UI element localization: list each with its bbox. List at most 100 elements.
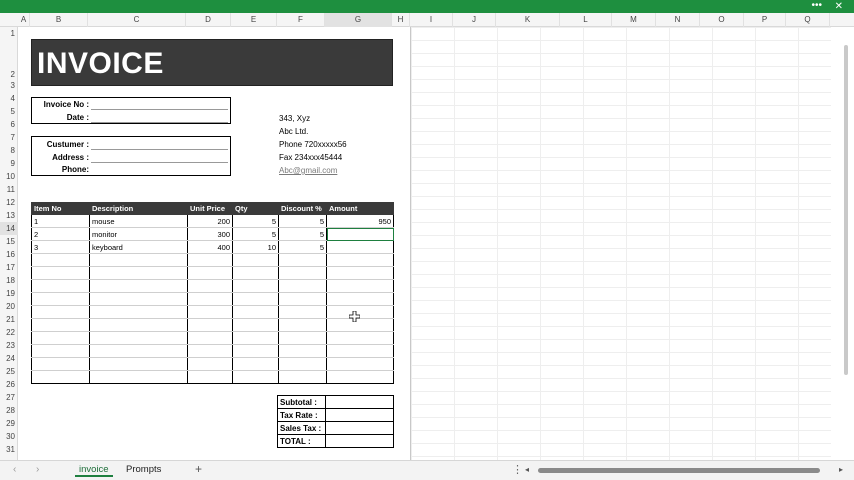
table-cell[interactable]	[326, 357, 394, 371]
row-header-7[interactable]: 7	[0, 131, 18, 144]
row-header-1[interactable]: 1	[0, 27, 18, 40]
table-cell[interactable]	[187, 331, 233, 345]
customer-field[interactable]	[91, 149, 228, 150]
table-cell[interactable]	[187, 305, 233, 319]
column-header-f[interactable]: F	[277, 13, 325, 27]
table-cell[interactable]	[31, 305, 90, 319]
table-cell[interactable]	[187, 279, 233, 293]
column-header-p[interactable]: P	[744, 13, 786, 27]
table-cell[interactable]	[187, 253, 233, 267]
table-cell[interactable]: 10	[232, 240, 279, 254]
table-cell[interactable]: 5	[278, 227, 327, 241]
table-cell[interactable]	[326, 318, 394, 332]
address-fax[interactable]: Fax 234xxx45444	[279, 151, 342, 164]
table-cell[interactable]: 3	[31, 240, 90, 254]
table-cell[interactable]: 5	[278, 214, 327, 228]
date-field[interactable]	[91, 122, 228, 123]
invoice-banner[interactable]: INVOICE	[31, 39, 393, 86]
scroll-left-arrow-icon[interactable]: ◂	[525, 465, 529, 474]
phone-row[interactable]: Phone:	[32, 163, 230, 176]
table-cell[interactable]	[31, 266, 90, 280]
row-header-18[interactable]: 18	[0, 274, 18, 287]
customer-row[interactable]: Custumer :	[32, 138, 230, 151]
totals-value[interactable]	[325, 395, 394, 409]
table-cell[interactable]	[326, 240, 394, 254]
empty-cell-grid[interactable]	[411, 27, 831, 460]
table-cell[interactable]	[326, 331, 394, 345]
table-cell[interactable]	[31, 253, 90, 267]
column-header-b[interactable]: B	[30, 13, 88, 27]
table-cell[interactable]	[232, 266, 279, 280]
date-row[interactable]: Date :	[32, 111, 230, 124]
table-cell[interactable]: 5	[232, 214, 279, 228]
totals-label[interactable]: TOTAL :	[277, 434, 326, 448]
items-header-cell[interactable]: Item No	[31, 202, 90, 215]
table-cell[interactable]	[278, 370, 327, 384]
table-cell[interactable]	[89, 318, 188, 332]
table-cell[interactable]: 950	[326, 214, 394, 228]
table-cell[interactable]: 400	[187, 240, 233, 254]
totals-value[interactable]	[325, 408, 394, 422]
table-cell[interactable]: 1	[31, 214, 90, 228]
table-cell[interactable]	[187, 370, 233, 384]
column-header-j[interactable]: J	[453, 13, 496, 27]
sheet-tab-prompts[interactable]: Prompts	[122, 461, 165, 480]
table-cell[interactable]: keyboard	[89, 240, 188, 254]
table-cell[interactable]: 5	[232, 227, 279, 241]
row-header-16[interactable]: 16	[0, 248, 18, 261]
table-cell[interactable]	[187, 357, 233, 371]
row-header-11[interactable]: 11	[0, 183, 18, 196]
column-header-c[interactable]: C	[88, 13, 186, 27]
table-cell[interactable]	[326, 344, 394, 358]
row-header-28[interactable]: 28	[0, 404, 18, 417]
address-phone[interactable]: Phone 720xxxxx56	[279, 138, 347, 151]
row-header-6[interactable]: 6	[0, 118, 18, 131]
scroll-right-arrow-icon[interactable]: ▸	[839, 465, 843, 474]
row-header-3[interactable]: 3	[0, 79, 18, 92]
table-cell[interactable]	[278, 292, 327, 306]
row-header-13[interactable]: 13	[0, 209, 18, 222]
vertical-scrollbar[interactable]	[831, 27, 854, 460]
row-header-31[interactable]: 31	[0, 443, 18, 456]
table-cell[interactable]	[89, 370, 188, 384]
row-header-9[interactable]: 9	[0, 157, 18, 170]
table-cell[interactable]	[232, 370, 279, 384]
column-header-a[interactable]: A	[18, 13, 30, 27]
address-line-1[interactable]: 343, Xyz	[279, 112, 310, 125]
table-cell[interactable]	[232, 279, 279, 293]
column-header-k[interactable]: K	[496, 13, 560, 27]
table-cell[interactable]	[326, 305, 394, 319]
table-cell[interactable]	[31, 357, 90, 371]
items-header-cell[interactable]: Qty	[232, 202, 279, 215]
table-cell[interactable]	[31, 318, 90, 332]
scroll-tabs-right-icon[interactable]: ›	[36, 464, 39, 475]
table-cell[interactable]	[232, 305, 279, 319]
invoice-no-row[interactable]: Invoice No :	[32, 98, 230, 111]
table-cell[interactable]	[278, 305, 327, 319]
column-header-d[interactable]: D	[186, 13, 231, 27]
table-cell[interactable]	[89, 331, 188, 345]
column-header-i[interactable]: I	[410, 13, 453, 27]
row-header-29[interactable]: 29	[0, 417, 18, 430]
totals-label[interactable]: Sales Tax :	[277, 421, 326, 435]
horizontal-scroll-thumb[interactable]	[538, 468, 820, 473]
table-cell[interactable]	[326, 370, 394, 384]
table-cell[interactable]	[89, 305, 188, 319]
table-cell[interactable]	[89, 357, 188, 371]
more-options-icon[interactable]: •••	[811, 0, 822, 11]
column-header-l[interactable]: L	[560, 13, 612, 27]
row-header-24[interactable]: 24	[0, 352, 18, 365]
table-cell[interactable]	[278, 344, 327, 358]
table-cell[interactable]	[89, 266, 188, 280]
address-line-2[interactable]: Abc Ltd.	[279, 125, 308, 138]
table-cell[interactable]: monitor	[89, 227, 188, 241]
totals-label[interactable]: Subtotal :	[277, 395, 326, 409]
totals-label[interactable]: Tax Rate :	[277, 408, 326, 422]
table-cell[interactable]: 2	[31, 227, 90, 241]
table-cell[interactable]	[278, 279, 327, 293]
invoice-info-box[interactable]: Invoice No : Date :	[31, 97, 231, 124]
row-header-5[interactable]: 5	[0, 105, 18, 118]
table-cell[interactable]	[187, 292, 233, 306]
items-header-cell[interactable]: Discount %	[278, 202, 327, 215]
table-cell[interactable]	[89, 292, 188, 306]
